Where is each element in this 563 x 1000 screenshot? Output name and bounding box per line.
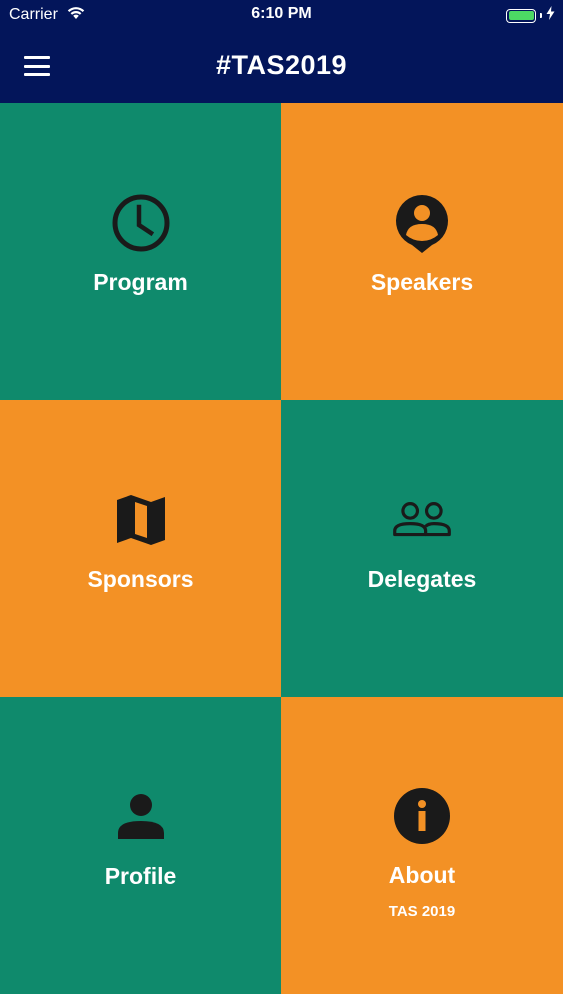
page-title: #TAS2019 — [215, 50, 348, 80]
status-right — [506, 6, 555, 25]
map-icon — [111, 490, 171, 550]
profile-label: Profile — [104, 863, 177, 889]
people-icon — [392, 490, 452, 550]
speaker-pin-icon — [392, 193, 452, 253]
sponsors-label: Sponsors — [87, 566, 194, 592]
battery-fill — [508, 11, 534, 20]
status-bar: Carrier 6:10 PM — [0, 0, 563, 32]
program-label: Program — [93, 269, 188, 295]
delegates-tile[interactable]: Delegates — [281, 400, 563, 697]
battery-icon — [506, 8, 536, 23]
about-sublabel: TAS 2019 — [388, 902, 456, 920]
person-icon — [111, 787, 171, 847]
program-tile[interactable]: Program — [0, 103, 281, 400]
info-icon — [392, 786, 452, 846]
about-tile[interactable]: About TAS 2019 — [281, 697, 563, 994]
status-time: 6:10 PM — [251, 5, 312, 22]
dashboard-grid: Program Speakers Sponsors Delegates Prof… — [0, 103, 563, 994]
sponsors-tile[interactable]: Sponsors — [0, 400, 281, 697]
about-label: About — [388, 861, 456, 888]
charging-icon — [546, 6, 555, 25]
profile-tile[interactable]: Profile — [0, 697, 281, 994]
navigation-bar: #TAS2019 — [0, 32, 563, 103]
speakers-label: Speakers — [370, 269, 474, 295]
bottom-strip — [0, 994, 563, 1000]
clock-icon — [111, 193, 171, 253]
battery-cap — [540, 13, 542, 18]
speakers-tile[interactable]: Speakers — [281, 103, 563, 400]
delegates-label: Delegates — [367, 566, 477, 592]
